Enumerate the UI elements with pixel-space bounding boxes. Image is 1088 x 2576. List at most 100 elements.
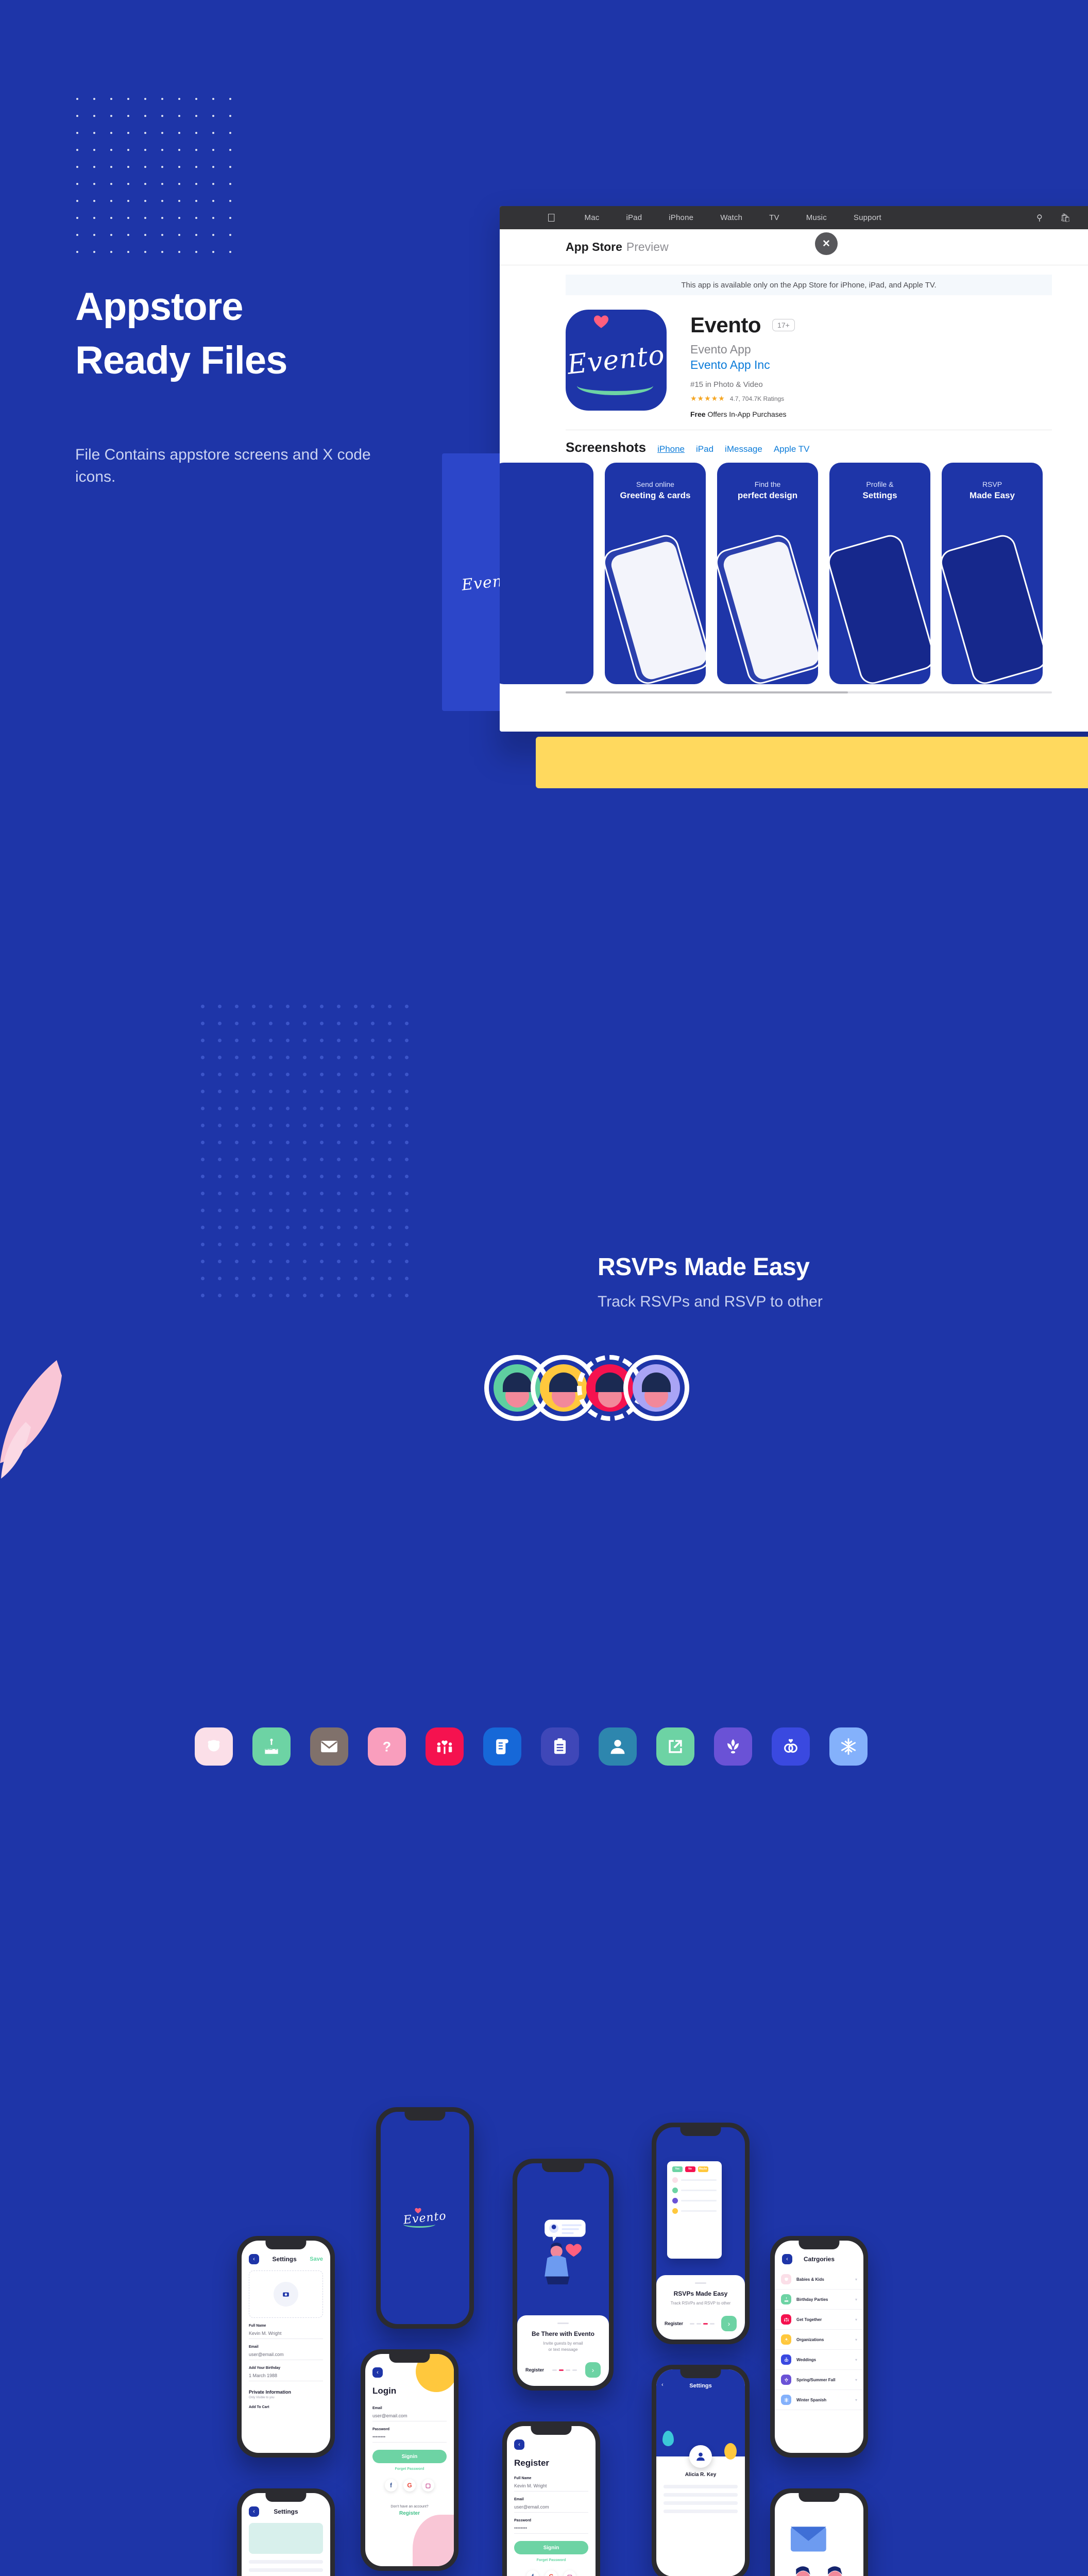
list-item[interactable]: Winter Spanish ▾ — [775, 2390, 863, 2410]
chevron-down-icon[interactable]: ▾ — [855, 2317, 857, 2322]
list-item[interactable]: Babies & Kids ▾ — [775, 2269, 863, 2290]
pagination-dots[interactable] — [690, 2323, 715, 2325]
person-icon[interactable] — [599, 1727, 637, 1766]
login-password-field[interactable]: Password •••••••• — [365, 2428, 454, 2443]
google-icon[interactable]: G — [403, 2479, 416, 2492]
list-item-label: Weddings — [796, 2357, 817, 2362]
register-password-field[interactable]: Password •••••••• — [507, 2519, 596, 2534]
back-icon[interactable]: ‹ — [249, 2254, 259, 2264]
list-item[interactable]: Organizations ▾ — [775, 2330, 863, 2350]
lotus-icon[interactable] — [714, 1727, 752, 1766]
list-item[interactable]: Get Together ▾ — [775, 2310, 863, 2330]
chevron-down-icon[interactable]: ▾ — [855, 2297, 857, 2302]
screenshot-caption-top: Send online — [636, 480, 674, 488]
screenshot-card[interactable]: Profile & Settings — [829, 463, 930, 684]
nav-item-music[interactable]: Music — [806, 213, 827, 222]
scroll-icon[interactable] — [483, 1727, 521, 1766]
register-email-field[interactable]: Email user@email.com — [507, 2498, 596, 2513]
avatar[interactable] — [623, 1355, 689, 1421]
birthday-cake-icon[interactable] — [252, 1727, 291, 1766]
nav-item-watch[interactable]: Watch — [720, 213, 742, 222]
back-icon[interactable]: ‹ — [661, 2382, 664, 2388]
rsvp-pill-no[interactable]: No — [685, 2166, 695, 2172]
nav-item-mac[interactable]: Mac — [585, 213, 600, 222]
shopping-bag-icon[interactable]: 🛍 — [1060, 213, 1070, 223]
photo-upload-area[interactable] — [249, 2270, 323, 2318]
rsvp-list-card: Yes No Maybe — [667, 2161, 722, 2259]
search-icon[interactable]: ⚲ — [1036, 213, 1043, 223]
chevron-down-icon[interactable]: ▾ — [855, 2277, 857, 2282]
list-item[interactable]: Weddings ▾ — [775, 2350, 863, 2370]
register-link[interactable]: Register — [525, 2367, 544, 2372]
get-together-icon[interactable] — [426, 1727, 464, 1766]
field-birthday[interactable]: Add Your Birthday 1 March 1988 — [242, 2366, 330, 2381]
screenshot-card[interactable]: Find the perfect design — [717, 463, 818, 684]
field-value: •••••••• — [514, 2526, 588, 2534]
google-icon[interactable]: G — [545, 2570, 557, 2576]
rsvp-pill-maybe[interactable]: Maybe — [698, 2166, 708, 2172]
back-icon[interactable]: ‹ — [514, 2439, 524, 2450]
apple-logo-icon[interactable]:  — [547, 212, 556, 224]
list-item[interactable]: Birthday Parties ▾ — [775, 2290, 863, 2310]
tab-appletv[interactable]: Apple TV — [774, 444, 810, 454]
clipboard-icon[interactable] — [541, 1727, 579, 1766]
baby-icon[interactable] — [195, 1727, 233, 1766]
instagram-icon[interactable]: ▢ — [564, 2570, 576, 2576]
login-email-field[interactable]: Email user@email.com — [365, 2406, 454, 2421]
snowflake-icon[interactable] — [829, 1727, 868, 1766]
field-label: Full Name — [249, 2324, 266, 2328]
screenshot-carousel[interactable]: Send online Greeting & cards Find the pe… — [500, 455, 1088, 684]
tab-ipad[interactable]: iPad — [696, 444, 713, 454]
register-link[interactable]: Register — [665, 2321, 683, 2326]
pagination-dots[interactable] — [552, 2369, 577, 2371]
share-icon[interactable] — [656, 1727, 694, 1766]
section-note: Only Visible to you — [249, 2396, 275, 2399]
tab-imessage[interactable]: iMessage — [725, 444, 762, 454]
nav-item-tv[interactable]: TV — [769, 213, 779, 222]
profile-name: Alicia R. Key — [685, 2471, 717, 2478]
chevron-down-icon[interactable]: ▾ — [855, 2398, 857, 2402]
back-icon[interactable]: ‹ — [249, 2506, 259, 2517]
carousel-scrollbar[interactable] — [566, 691, 1052, 693]
back-icon[interactable]: ‹ — [782, 2254, 792, 2264]
rsvp-pill-row: Yes No Maybe — [672, 2166, 717, 2172]
nav-item-support[interactable]: Support — [854, 213, 881, 222]
screenshot-card[interactable]: RSVP Made Easy — [942, 463, 1043, 684]
back-icon[interactable]: ‹ — [372, 2367, 383, 2378]
field-email[interactable]: Email user@email.com — [242, 2345, 330, 2360]
close-icon[interactable]: ✕ — [815, 232, 838, 255]
availability-note: This app is available only on the App St… — [566, 275, 1052, 295]
signin-button[interactable]: Signin — [372, 2450, 447, 2463]
question-mark-icon[interactable]: ? — [368, 1727, 406, 1766]
chevron-right-icon[interactable]: › — [721, 2316, 737, 2331]
chevron-down-icon[interactable]: ▾ — [855, 2358, 857, 2362]
chevron-down-icon[interactable]: ▾ — [855, 2337, 857, 2342]
screenshot-card[interactable] — [500, 463, 593, 684]
facebook-icon[interactable]: f — [526, 2570, 539, 2576]
chevron-right-icon[interactable]: › — [585, 2362, 601, 2378]
chevron-down-icon[interactable]: ▾ — [855, 2378, 857, 2382]
sheet-handle[interactable] — [695, 2282, 706, 2284]
screenshot-card[interactable]: Send online Greeting & cards — [605, 463, 706, 684]
wedding-rings-icon[interactable] — [772, 1727, 810, 1766]
list-item[interactable]: Spring/Summer Fall ▾ — [775, 2370, 863, 2390]
forgot-password-link[interactable]: Forget Password — [365, 2467, 454, 2471]
sheet-handle[interactable] — [557, 2323, 569, 2324]
nav-item-iphone[interactable]: iPhone — [669, 213, 693, 222]
field-full-name[interactable]: Full Name Kevin M. Wright — [242, 2324, 330, 2339]
envelope-icon[interactable] — [310, 1727, 348, 1766]
rsvp-pill-yes[interactable]: Yes — [672, 2166, 683, 2172]
signin-button[interactable]: Signin — [514, 2541, 588, 2554]
screenshot-caption-main: Greeting & cards — [620, 490, 691, 500]
forgot-password-link[interactable]: Forget Password — [507, 2558, 596, 2562]
app-developer-link[interactable]: Evento App Inc — [690, 358, 795, 372]
screenshot-caption-main: Made Easy — [970, 490, 1015, 500]
nav-item-ipad[interactable]: iPad — [626, 213, 642, 222]
facebook-icon[interactable]: f — [385, 2479, 397, 2492]
save-button[interactable]: Save — [310, 2256, 323, 2262]
register-name-field[interactable]: Full Name Kevin M. Wright — [507, 2477, 596, 2492]
tab-iphone[interactable]: iPhone — [657, 444, 685, 454]
instagram-icon[interactable]: ▢ — [422, 2479, 434, 2492]
section-title: Private Information — [249, 2389, 292, 2395]
avatar[interactable] — [689, 2445, 712, 2468]
